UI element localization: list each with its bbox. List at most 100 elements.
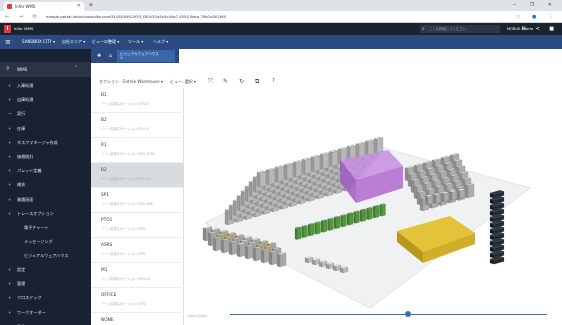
location-description: ゾーン名前(ロケーション)75%	[101, 252, 146, 256]
front-rack-side	[228, 241, 233, 256]
rack-back-side	[319, 154, 324, 170]
rack-back-side	[232, 200, 237, 216]
staging-bin-side	[339, 267, 344, 274]
front-rack-side	[276, 253, 281, 268]
rack-back-front	[331, 150, 339, 167]
front-rack-front	[279, 253, 287, 268]
collapse-minus-icon: —	[8, 111, 13, 117]
location-code: M1	[101, 268, 108, 273]
location-code: PTO1	[101, 218, 113, 223]
popout-icon[interactable]: ⧉	[255, 75, 259, 88]
location-description: ゾーン名前(ロケーション)75% 1276	[101, 152, 155, 156]
chevron-up-icon[interactable]: ⌃	[74, 65, 78, 71]
view-toolbar: セクション - Entrée Warehouse ▾ ビュー: 選択 ▾ ⤧ ✎…	[91, 75, 562, 88]
rack-right-side	[419, 197, 424, 212]
rack-back-front	[313, 155, 321, 172]
rack-back-front	[277, 166, 285, 183]
sidebar-header-label: WMS	[17, 67, 28, 72]
sidebar-item-label: 業績画面	[17, 196, 34, 202]
rack-back-front	[376, 137, 384, 154]
green-rack-front	[355, 211, 360, 224]
location-item[interactable]: B2 ゾーン名前(ロケーション)75% 8	[91, 113, 184, 138]
expand-plus-icon: +	[8, 83, 12, 88]
front-rack-side	[268, 251, 273, 266]
help-icon[interactable]: ?	[272, 75, 275, 88]
front-rack-side	[220, 239, 225, 254]
zoom-slider-track[interactable]	[230, 314, 547, 315]
add-tab-icon[interactable]: ✚ ⌂	[97, 49, 115, 63]
browser-extension-icons[interactable]: ☆ ● ⋮	[516, 11, 558, 23]
rack-back-side	[310, 156, 315, 172]
rack-back-front	[295, 161, 303, 178]
location-item[interactable]: B1 ゾーン名前(ロケーション)75% 8	[91, 88, 184, 113]
menu-help[interactable]: ヘルプ ▾	[153, 35, 168, 49]
location-description: ゾーン名前(ロケーション)75% 40	[101, 177, 151, 181]
location-item[interactable]: R1 ゾーン名前(ロケーション)75% 1276	[91, 138, 184, 163]
green-rack-front	[348, 212, 354, 226]
back-forward-reload-icons[interactable]: ← → ⟳	[5, 11, 41, 23]
green-rack-front	[322, 220, 328, 233]
location-item[interactable]: NONEゾーン名前(ロケーション)75%	[91, 313, 184, 325]
rack-back-side	[256, 172, 261, 188]
rack-back-side	[373, 138, 378, 154]
section-dropdown[interactable]: セクション - Entrée Warehouse ▾	[99, 75, 163, 88]
url-field[interactable]: mingle-portal.inforcloudsuite.com/ELUSIO…	[46, 11, 226, 23]
browser-tab[interactable]: Infor WMS ✕	[4, 2, 84, 11]
expand-plus-icon: +	[8, 281, 12, 287]
location-item[interactable]: SP1 ゾーン名前(ロケーション)75% 166	[91, 188, 184, 213]
sidebar-subitem-0[interactable]: 電子チャート	[24, 225, 49, 231]
green-rack-side	[346, 213, 350, 226]
location-item[interactable]: PTO1 ゾーン名前(ロケーション)75%	[91, 213, 184, 238]
edit-icon[interactable]: ✎	[223, 75, 228, 88]
window-controls[interactable]: ─ ❐ ✕	[513, 0, 558, 11]
warehouse-3d-view[interactable]	[185, 88, 562, 325]
expand-plus-icon: +	[8, 139, 12, 145]
zoom-slider-handle[interactable]	[404, 311, 411, 317]
location-item[interactable]: ASRS ゾーン名前(ロケーション)75%	[91, 238, 184, 263]
app-header: i Infor WMS ⌕ ここを検索してください MORUE Eaorte ✉…	[0, 23, 562, 35]
rack-back-side	[265, 169, 270, 185]
rack-back-side	[252, 176, 257, 193]
close-tab-icon[interactable]: ✕	[77, 2, 81, 11]
menu-bar: ≡ SANDBOX CITY ▾ 自社エリア ▾ ビューの整理 ▾ ツール ▾ …	[0, 35, 562, 49]
header-action-icons[interactable]: ✉ ≺ ■	[522, 23, 558, 35]
sidebar-header[interactable]: ⚲ WMS ⌃	[0, 62, 91, 77]
location-item[interactable]: M1 ゾーン名前(ロケーション)75% 40	[91, 263, 184, 288]
location-item[interactable]: R2 ゾーン名前(ロケーション)75% 40	[91, 163, 184, 188]
close-tab-icon[interactable]: ✕	[120, 56, 123, 60]
new-tab-button[interactable]: +	[88, 1, 94, 10]
green-rack-front	[361, 209, 367, 222]
app-title: Infor WMS	[14, 26, 34, 31]
sidebar-subitem-2[interactable]: ビジュアルウェアハウス	[24, 253, 68, 259]
black-rack-stack	[489, 190, 505, 265]
warehouse-3d-scene	[202, 136, 532, 309]
search-input[interactable]: ⌕ ここを検索してください	[420, 25, 500, 33]
menu-area[interactable]: 自社エリア ▾	[62, 35, 85, 49]
rack-back-side	[248, 181, 253, 197]
hamburger-icon[interactable]: ≡	[5, 35, 11, 49]
expand-plus-icon: +	[8, 210, 12, 216]
tab-visual-warehouse[interactable]: ビジュアルウェアハウス ✕	[117, 50, 175, 62]
location-item[interactable]: OFFICE ゾーン名前(ロケーション)75%	[91, 288, 184, 313]
refresh-icon[interactable]: ↻	[239, 75, 244, 88]
sidebar-item-label: 管理	[17, 281, 26, 287]
green-rack-side	[333, 217, 337, 229]
dock-rack-side	[440, 192, 445, 203]
menu-site[interactable]: SANDBOX CITY ▾	[22, 35, 55, 49]
location-code: NONE	[101, 318, 114, 323]
rack-back-side	[274, 167, 279, 183]
menu-view[interactable]: ビューの整理 ▾	[92, 35, 119, 49]
green-rack-side	[340, 215, 343, 228]
dock-rack-front	[451, 190, 458, 201]
sidebar-subitem-1[interactable]: メッセージング	[24, 239, 53, 245]
expand-plus-icon: +	[8, 125, 12, 131]
menu-tools[interactable]: ツール ▾	[128, 35, 143, 49]
expand-plus-icon: +	[8, 182, 12, 188]
sidebar-item-label: タスクマネージャ作成	[17, 139, 58, 145]
expand-icon[interactable]: ⤧	[208, 75, 213, 88]
staging-bin-side	[311, 259, 316, 266]
location-code: R2	[101, 168, 107, 173]
view-dropdown[interactable]: ビュー: 選択 ▾	[170, 75, 196, 88]
rack-right-side	[413, 185, 418, 200]
module-icon: ⚲	[6, 66, 10, 72]
